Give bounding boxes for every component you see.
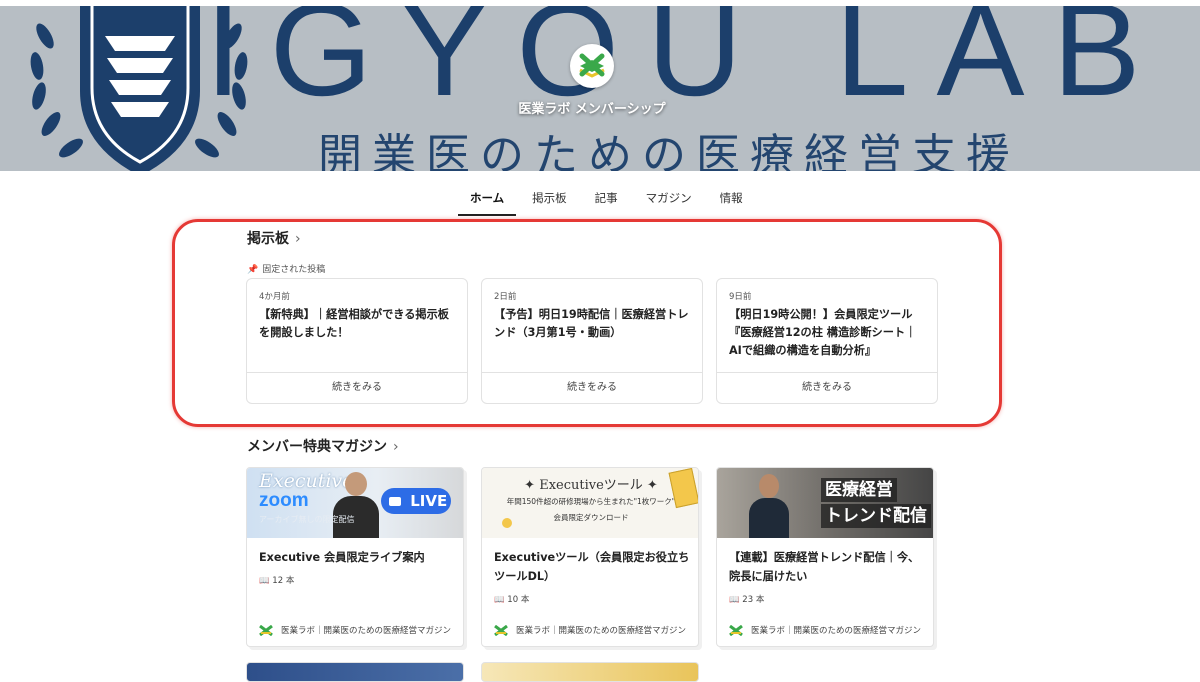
- thumb-headline: ✦ Executiveツール ✦: [524, 478, 658, 493]
- chevron-right-icon: ›: [295, 231, 301, 247]
- post-title: 【新特典】｜経営相談ができる掲示板を開設しました！: [259, 308, 449, 339]
- article-count-text: 12 本: [272, 576, 295, 586]
- board-heading-text: 掲示板: [247, 231, 289, 247]
- magazine-card-partial[interactable]: [246, 662, 464, 682]
- video-camera-icon: [389, 497, 401, 506]
- read-more-button[interactable]: 続きをみる: [717, 372, 937, 403]
- thumb-line1: 医療経営: [821, 478, 897, 502]
- thumb-line1: 年間150件超の研修現場から生まれた"1枚ワーク": [506, 497, 676, 506]
- article-count: 📖 10 本: [494, 593, 529, 605]
- pinned-label-text: 固定された投稿: [262, 265, 326, 275]
- article-count: 📖 12 本: [259, 574, 294, 586]
- magazine-heading-text: メンバー特典マガジン: [247, 439, 387, 455]
- magazine-title: Executiveツール（会員限定お役立ちツールDL）: [494, 551, 690, 583]
- tab-bar: ホーム 掲示板 記事 マガジン 情報: [458, 186, 759, 216]
- author-logo-icon: [259, 625, 273, 636]
- author-name: 医業ラボ｜開業医のための医療経営マガジン: [751, 626, 922, 636]
- read-more-button[interactable]: 続きをみる: [247, 372, 467, 403]
- magazine-thumbnail: ✦ Executiveツール ✦ 年間150件超の研修現場から生まれた"1枚ワー…: [482, 468, 698, 538]
- tab-home[interactable]: ホーム: [458, 186, 517, 216]
- article-count: 📖 23 本: [729, 593, 764, 605]
- book-icon: 📖: [259, 576, 270, 586]
- hero-subtitle-text: 開業医のための医療経営支援: [318, 130, 1020, 172]
- magazine-title: Executive 会員限定ライブ案内: [259, 551, 425, 564]
- magazine-author[interactable]: 医業ラボ｜開業医のための医療経営マガジン: [259, 624, 463, 636]
- live-text: LIVE: [410, 492, 448, 510]
- book-icon: 📖: [494, 595, 505, 605]
- book-icon: 📖: [729, 595, 740, 605]
- magazine-section-heading[interactable]: メンバー特典マガジン ›: [247, 436, 399, 456]
- magazine-card-partial[interactable]: [481, 662, 699, 682]
- magazine-title: 【連載】医療経営トレンド配信｜今、院長に届けたい: [729, 551, 920, 583]
- magazine-author[interactable]: 医業ラボ｜開業医のための医療経営マガジン: [729, 624, 933, 636]
- post-title: 【明日19時公開！】会員限定ツール『医療経営12の柱 構造診断シート｜AIで組織…: [729, 308, 917, 357]
- speaker-photo: [333, 468, 379, 538]
- article-count-text: 23 本: [742, 595, 765, 605]
- magazine-thumbnail: 医療経営 トレンド配信: [717, 468, 933, 538]
- membership-name: 医業ラボ メンバーシップ: [518, 102, 666, 117]
- magazine-author[interactable]: 医業ラボ｜開業医のための医療経営マガジン: [494, 624, 698, 636]
- board-section-heading[interactable]: 掲示板 ›: [247, 228, 301, 248]
- tab-board[interactable]: 掲示板: [520, 186, 579, 214]
- author-logo-icon: [729, 625, 743, 636]
- thumb-line2: 会員限定ダウンロード: [553, 513, 629, 522]
- board-post-card[interactable]: 9日前 【明日19時公開！】会員限定ツール『医療経営12の柱 構造診断シート｜A…: [716, 278, 938, 404]
- magazine-card[interactable]: 医療経営 トレンド配信 【連載】医療経営トレンド配信｜今、院長に届けたい 📖 2…: [716, 467, 934, 647]
- brand-logo-icon: [579, 53, 605, 78]
- live-badge: LIVE: [381, 488, 451, 514]
- board-post-card[interactable]: 2日前 【予告】明日19時配信｜医療経営トレンド（3月第1号・動画） 続きをみる: [481, 278, 703, 404]
- thumb-zoom-text: zoom: [259, 490, 309, 511]
- author-name: 医業ラボ｜開業医のための医療経営マガジン: [516, 626, 687, 636]
- read-more-button[interactable]: 続きをみる: [482, 372, 702, 403]
- thumb-caption: アーカイブ無しの限定配信: [259, 515, 355, 524]
- magazine-card[interactable]: ✦ Executiveツール ✦ 年間150件超の研修現場から生まれた"1枚ワー…: [481, 467, 699, 647]
- board-post-card[interactable]: 4か月前 【新特典】｜経営相談ができる掲示板を開設しました！ 続きをみる: [246, 278, 468, 404]
- tab-info[interactable]: 情報: [708, 186, 755, 214]
- tab-articles[interactable]: 記事: [583, 186, 630, 214]
- illustration-bulb: [502, 518, 512, 528]
- post-title: 【予告】明日19時配信｜医療経営トレンド（3月第1号・動画）: [494, 308, 689, 339]
- thumb-headline-text: Executiveツール: [539, 478, 643, 493]
- author-logo-icon: [494, 625, 508, 636]
- post-date: 4か月前: [259, 292, 290, 302]
- brand-logo[interactable]: [570, 44, 614, 88]
- thumb-line2: トレンド配信: [821, 504, 931, 528]
- magazine-card[interactable]: Executive zoom LIVE アーカイブ無しの限定配信 Executi…: [246, 467, 464, 647]
- tab-magazines[interactable]: マガジン: [634, 186, 704, 214]
- article-count-text: 10 本: [507, 595, 530, 605]
- post-date: 9日前: [729, 292, 752, 302]
- hero-banner: IGYOU LAB 開業医のための医療経営支援 医業ラボ メンバーシップ: [0, 6, 1200, 171]
- magazine-thumbnail: Executive zoom LIVE アーカイブ無しの限定配信: [247, 468, 463, 538]
- post-date: 2日前: [494, 292, 517, 302]
- chevron-right-icon: ›: [393, 439, 399, 455]
- author-name: 医業ラボ｜開業医のための医療経営マガジン: [281, 626, 452, 636]
- pinned-posts-label: 📌 固定された投稿: [247, 262, 325, 275]
- pin-icon: 📌: [247, 265, 259, 275]
- speaker-photo: [749, 472, 789, 538]
